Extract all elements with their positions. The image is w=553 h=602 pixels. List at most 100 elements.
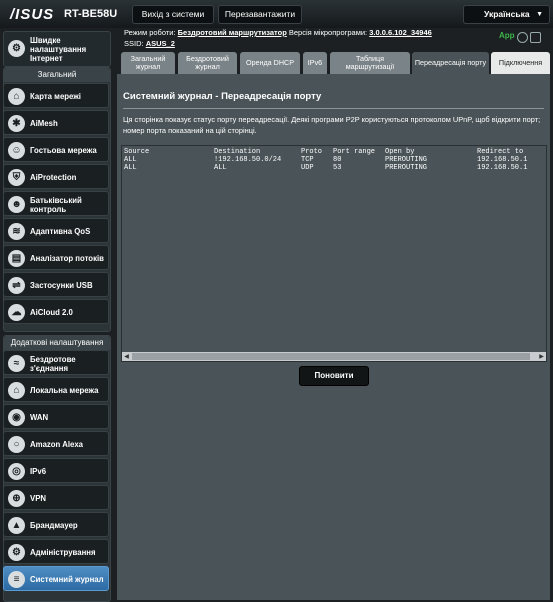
chevron-down-icon: ▼ (536, 11, 543, 18)
sidebar-item-label: Бездротове з'єднання (30, 354, 76, 373)
sidebar-item-system-log[interactable]: ≡ Системний журнал (3, 566, 109, 591)
tab-2[interactable]: Оренда DHCP (240, 52, 300, 74)
system-log-icon: ≡ (8, 571, 25, 588)
aimesh-icon: ✱ (8, 115, 25, 132)
ssid-label: SSID: (124, 39, 144, 48)
firmware-label: Версія мікропрограми: (288, 28, 368, 37)
network-status-icon[interactable] (530, 32, 541, 43)
sidebar-item-network-map[interactable]: ⌂ Карта мережі (3, 83, 109, 108)
mode-label: Режим роботи: (124, 28, 176, 37)
usb-icon: ⇌ (8, 277, 25, 294)
sidebar-item-aicloud[interactable]: ☁ AiCloud 2.0 (3, 299, 109, 324)
refresh-button[interactable]: Поновити (299, 366, 369, 386)
port-forwarding-log[interactable]: Source Destination Proto Port range Open… (121, 145, 547, 362)
network-map-icon: ⌂ (8, 88, 25, 105)
tab-0[interactable]: Загальний журнал (121, 52, 175, 74)
sidebar-item-label: Гостьова мережа (30, 146, 97, 155)
log-row: ALL !192.168.50.0/24 TCP 80 PREROUTING 1… (124, 156, 527, 164)
sidebar-item-label: AiMesh (30, 119, 58, 128)
firmware-link[interactable]: 3.0.0.6.102_34946 (369, 28, 432, 37)
col-proto: Proto (301, 148, 323, 156)
sidebar-item-label: WAN (30, 413, 49, 422)
scrollbar-thumb[interactable] (132, 353, 530, 360)
general-title: Загальний (4, 68, 110, 82)
cell-source: ALL (124, 164, 137, 172)
sidebar-item-traffic-analyzer[interactable]: ▤ Аналізатор потоків (3, 245, 109, 270)
tab-6[interactable]: Підключення (491, 52, 550, 74)
parental-control-icon: ☻ (8, 196, 25, 213)
ssid-value: ASUS_2 (145, 39, 175, 48)
sidebar-item-label: Системний журнал (30, 575, 104, 584)
sidebar-item-label: VPN (30, 494, 47, 503)
cell-source: ALL (124, 156, 137, 164)
usb-status-icon[interactable] (517, 32, 528, 43)
sidebar-item-aimesh[interactable]: ✱ AiMesh (3, 110, 109, 135)
reboot-button[interactable]: Перезавантажити (218, 5, 302, 24)
app-link[interactable]: App (499, 31, 515, 40)
sidebar-item-label: Аналізатор потоків (30, 254, 104, 263)
scroll-left-icon[interactable]: ◀ (122, 352, 131, 361)
sidebar-item-usb[interactable]: ⇌ Застосунки USB (3, 272, 109, 297)
quick-setup-button[interactable]: ⚙ Швидке налаштування Інтернет (3, 31, 111, 67)
cell-proto: TCP (301, 156, 314, 164)
cell-redirect-to: 192.168.50.1 (477, 164, 528, 172)
sidebar-item-firewall[interactable]: ▲ Брандмауер (3, 512, 109, 537)
page-title: Системний журнал - Переадресація порту (123, 91, 322, 102)
logout-button[interactable]: Вихід з системи (132, 5, 214, 24)
content-panel: Системний журнал - Переадресація порту Ц… (117, 74, 550, 600)
col-open-by: Open by (385, 148, 415, 156)
sidebar-item-guest-network[interactable]: ☺ Гостьова мережа (3, 137, 109, 162)
sidebar-item-label: Amazon Alexa (30, 440, 84, 449)
tab-4[interactable]: Таблиця маршрутизації (330, 52, 410, 74)
firewall-icon: ▲ (8, 517, 25, 534)
tab-5[interactable]: Переадресація порту (412, 52, 489, 74)
cell-open-by: PREROUTING (385, 156, 428, 164)
qos-icon: ≋ (8, 223, 25, 240)
horizontal-scrollbar[interactable]: ◀ ▶ (122, 352, 546, 361)
aiprotection-icon: ⛨ (8, 169, 25, 186)
lan-icon: ⌂ (8, 382, 25, 399)
sidebar-item-wan[interactable]: ◉ WAN (3, 404, 109, 429)
administration-icon: ⚙ (8, 544, 25, 561)
sidebar-item-alexa[interactable]: ○ Amazon Alexa (3, 431, 109, 456)
sidebar-item-label: Локальна мережа (30, 386, 99, 395)
sidebar-item-parental-control[interactable]: ☻ Батьківський контроль (3, 191, 109, 216)
language-select[interactable]: Українська ▼ (463, 5, 550, 24)
vpn-icon: ⊕ (8, 490, 25, 507)
sidebar-item-qos[interactable]: ≋ Адаптивна QoS (3, 218, 109, 243)
scroll-right-icon[interactable]: ▶ (537, 352, 546, 361)
tab-1[interactable]: Бездротовий журнал (178, 52, 237, 74)
wireless-icon: ≈ (8, 355, 25, 372)
cell-proto: UDP (301, 164, 314, 172)
cell-port-range: 80 (333, 156, 342, 164)
mode-link[interactable]: Бездротовий маршрутизатор (178, 28, 287, 37)
sidebar-item-label: Застосунки USB (30, 281, 93, 290)
cell-open-by: PREROUTING (385, 164, 428, 172)
status-icons: App (499, 30, 551, 44)
sidebar-item-label: AiProtection (30, 173, 77, 182)
quick-setup-icon: ⚙ (8, 40, 25, 57)
sidebar-item-label: Адаптивна QoS (30, 227, 91, 236)
guest-network-icon: ☺ (8, 142, 25, 159)
ipv6-icon: ◎ (8, 463, 25, 480)
tab-3[interactable]: IPv6 (303, 52, 327, 74)
traffic-analyzer-icon: ▤ (8, 250, 25, 267)
model-name: RT-BE58U (64, 8, 118, 20)
sidebar-item-aiprotection[interactable]: ⛨ AiProtection (3, 164, 109, 189)
sidebar-item-ipv6[interactable]: ◎ IPv6 (3, 458, 109, 483)
log-header-row: Source Destination Proto Port range Open… (124, 148, 523, 156)
title-divider (123, 108, 544, 109)
sidebar-item-label: AiCloud 2.0 (30, 308, 73, 317)
page-description: Ця сторінка показує статус порту переадр… (123, 115, 541, 135)
sidebar-item-wireless[interactable]: ≈ Бездротове з'єднання (3, 350, 109, 375)
col-redirect-to: Redirect to (477, 148, 524, 156)
cell-port-range: 53 (333, 164, 342, 172)
header-bar: /ISUS RT-BE58U Вихід з системи Перезаван… (0, 0, 553, 28)
sidebar-item-vpn[interactable]: ⊕ VPN (3, 485, 109, 510)
alexa-icon: ○ (8, 436, 25, 453)
sidebar-item-administration[interactable]: ⚙ Адміністрування (3, 539, 109, 564)
sidebar-item-lan[interactable]: ⌂ Локальна мережа (3, 377, 109, 402)
sidebar-item-label: IPv6 (30, 467, 47, 476)
quick-setup-label: Швидке налаштування Інтернет (30, 35, 87, 63)
sidebar-item-label: Брандмауер (30, 521, 78, 530)
